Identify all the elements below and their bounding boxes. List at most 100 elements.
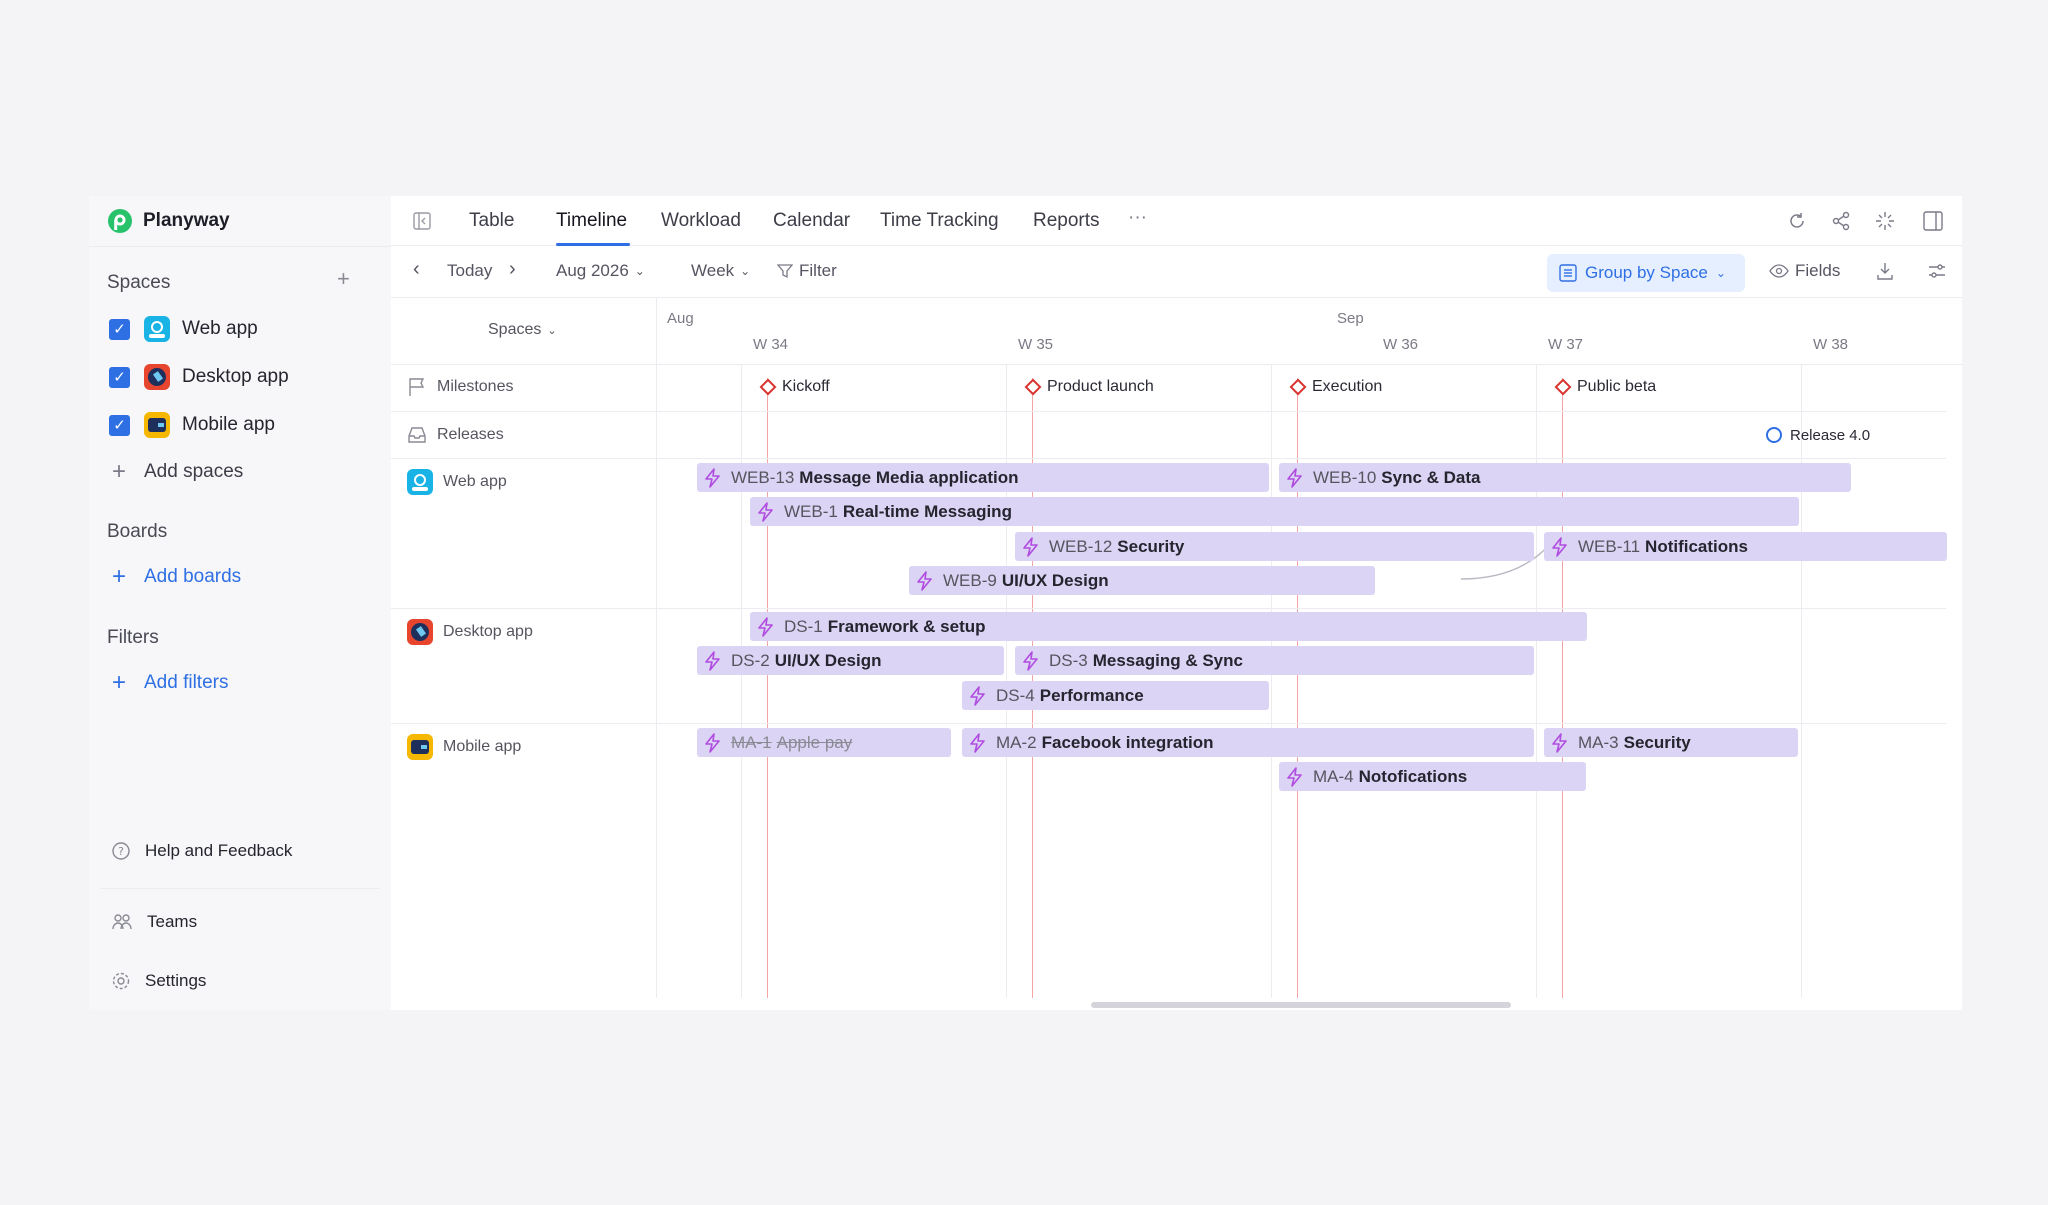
task-title: Sync & Data: [1381, 467, 1481, 487]
filter-label: Filter: [799, 261, 837, 280]
task-key: MA-4: [1313, 766, 1354, 786]
magic-sparkle-icon[interactable]: [1875, 211, 1895, 231]
chevron-down-icon: ⌄: [634, 264, 645, 278]
add-space-plus-icon[interactable]: +: [337, 266, 350, 292]
task-key: MA-2: [996, 732, 1037, 752]
prev-period-chevron-icon[interactable]: ‹: [413, 258, 420, 281]
space-label: Desktop app: [182, 366, 289, 387]
lightning-icon: [1552, 732, 1567, 753]
task-bar-ds-3[interactable]: DS-3 Messaging & Sync: [1015, 646, 1534, 675]
task-title: Security: [1623, 732, 1691, 752]
divider: [101, 888, 379, 889]
plus-icon: +: [111, 669, 126, 696]
task-title: Notofications: [1358, 766, 1468, 786]
task-title: UI/UX Design: [774, 650, 882, 670]
task-key: WEB-12: [1049, 536, 1113, 556]
space-checkbox[interactable]: ✓: [109, 366, 130, 388]
space-item-mobile-app[interactable]: ✓ Mobile app: [109, 410, 275, 440]
help-feedback-link[interactable]: ? Help and Feedback: [111, 836, 292, 866]
space-item-web-app[interactable]: ✓ Web app: [109, 314, 258, 344]
task-key: MA-1: [731, 732, 772, 752]
task-bar-ds-2[interactable]: DS-2 UI/UX Design: [697, 646, 1004, 675]
add-filters-link[interactable]: + Add filters: [109, 668, 229, 698]
task-bar-web-12[interactable]: WEB-12 Security: [1015, 532, 1534, 561]
tab-calendar[interactable]: Calendar: [773, 210, 850, 232]
task-bar-web-13[interactable]: WEB-13 Message Media application: [697, 463, 1269, 492]
horizontal-scrollbar[interactable]: [1091, 1002, 1511, 1008]
svg-text:?: ?: [118, 845, 124, 858]
teams-link[interactable]: Teams: [111, 907, 197, 937]
tab-timeline[interactable]: Timeline: [556, 210, 627, 232]
teams-label: Teams: [147, 912, 198, 931]
period-dropdown[interactable]: Aug 2026 ⌄: [556, 261, 645, 281]
lightning-icon: [758, 616, 773, 637]
task-bar-web-9[interactable]: WEB-9 UI/UX Design: [909, 566, 1375, 595]
add-spaces-link[interactable]: + Add spaces: [109, 457, 243, 487]
tab-table[interactable]: Table: [469, 210, 514, 232]
tab-reports[interactable]: Reports: [1033, 210, 1100, 232]
filters-heading: Filters: [107, 627, 159, 648]
task-bar-web-11[interactable]: WEB-11 Notifications: [1544, 532, 1947, 561]
timeline-grid: Spaces ⌄ Aug Sep W 34 W 35 W 36 W 37 W 3…: [391, 298, 1962, 1010]
add-boards-link[interactable]: + Add boards: [109, 562, 241, 592]
download-icon[interactable]: [1875, 261, 1895, 281]
task-key: DS-1: [784, 616, 823, 636]
task-bar-ma-2[interactable]: MA-2 Facebook integration: [962, 728, 1534, 757]
period-label: Aug 2026: [556, 261, 629, 280]
help-label: Help and Feedback: [145, 841, 293, 860]
lightning-icon: [705, 467, 720, 488]
task-key: DS-2: [731, 650, 770, 670]
plus-icon: +: [111, 458, 126, 485]
tab-time-tracking[interactable]: Time Tracking: [880, 210, 999, 232]
task-title: UI/UX Design: [1001, 570, 1109, 590]
lightning-icon: [1023, 650, 1038, 671]
scale-label: Week: [691, 261, 735, 280]
task-bar-ma-3[interactable]: MA-3 Security: [1544, 728, 1798, 757]
main-panel: Table Timeline Workload Calendar Time Tr…: [391, 196, 1962, 1010]
filter-icon: [777, 264, 793, 279]
help-icon: ?: [112, 842, 130, 860]
task-bar-ma-4[interactable]: MA-4 Notofications: [1279, 762, 1586, 791]
task-bar-ds-1[interactable]: DS-1 Framework & setup: [750, 612, 1587, 641]
settings-sliders-icon[interactable]: [1927, 261, 1947, 281]
next-period-chevron-icon[interactable]: ›: [509, 258, 516, 281]
share-icon[interactable]: [1831, 211, 1851, 231]
scale-dropdown[interactable]: Week ⌄: [691, 261, 750, 281]
tab-workload[interactable]: Workload: [661, 210, 741, 232]
task-title: Framework & setup: [827, 616, 986, 636]
settings-link[interactable]: Settings: [111, 966, 206, 996]
task-bar-web-1[interactable]: WEB-1 Real-time Messaging: [750, 497, 1799, 526]
refresh-icon[interactable]: [1787, 211, 1807, 231]
lightning-icon: [917, 570, 932, 591]
settings-label: Settings: [145, 971, 207, 990]
task-bar-ds-4[interactable]: DS-4 Performance: [962, 681, 1269, 710]
space-checkbox[interactable]: ✓: [109, 318, 130, 340]
web-app-icon: [144, 316, 170, 342]
task-title: Performance: [1039, 685, 1144, 705]
today-button[interactable]: Today: [447, 261, 492, 281]
fields-label: Fields: [1795, 261, 1841, 280]
group-by-space-button[interactable]: Group by Space ⌄: [1547, 254, 1745, 292]
lightning-icon: [758, 501, 773, 522]
space-checkbox[interactable]: ✓: [109, 414, 130, 436]
task-key: MA-3: [1578, 732, 1619, 752]
plus-icon: +: [111, 563, 126, 590]
group-icon: [1559, 264, 1577, 282]
brand[interactable]: Planyway: [107, 206, 230, 236]
filter-button[interactable]: Filter: [777, 261, 837, 281]
collapse-sidebar-icon[interactable]: [413, 212, 431, 230]
task-bar-ma-1[interactable]: MA-1 Apple pay: [697, 728, 951, 757]
task-key: WEB-10: [1313, 467, 1377, 487]
more-tabs-button[interactable]: ···: [1128, 207, 1147, 229]
fields-button[interactable]: Fields: [1769, 261, 1840, 281]
task-key: WEB-13: [731, 467, 795, 487]
lightning-icon: [1023, 536, 1038, 557]
mobile-app-icon: [144, 412, 170, 438]
lightning-icon: [1287, 467, 1302, 488]
gear-icon: [112, 972, 130, 990]
chevron-down-icon: ⌄: [1715, 266, 1726, 280]
toggle-panel-icon[interactable]: [1923, 211, 1943, 231]
task-key: DS-4: [996, 685, 1035, 705]
space-item-desktop-app[interactable]: ✓ Desktop app: [109, 362, 289, 392]
task-bar-web-10[interactable]: WEB-10 Sync & Data: [1279, 463, 1851, 492]
